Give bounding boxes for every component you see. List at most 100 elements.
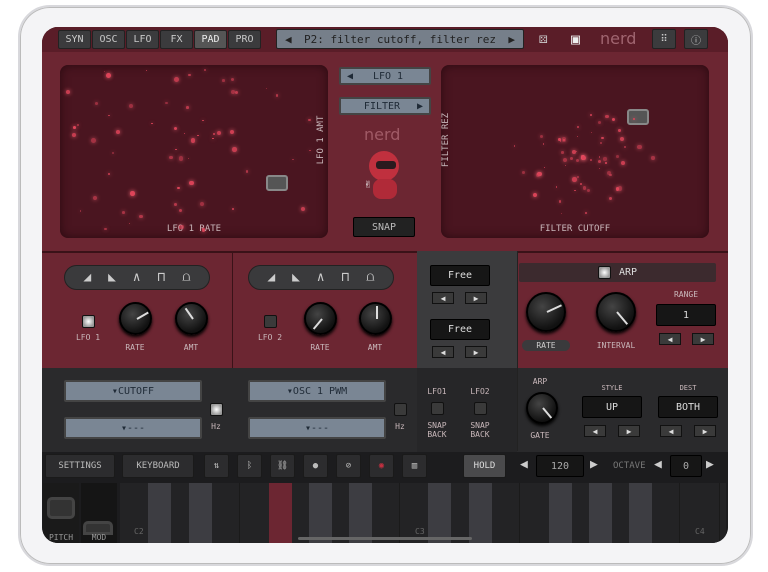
particle: [599, 141, 602, 144]
particle: [108, 115, 110, 117]
midi-icon[interactable]: ⇅: [204, 454, 229, 478]
lfo1-waveform-selector[interactable]: ◢ ◣ ∧ ⊓ ⩍: [64, 265, 210, 290]
tab-pad[interactable]: PAD: [194, 30, 227, 49]
tab-osc[interactable]: OSC: [92, 30, 125, 49]
midi-port-icon[interactable]: ●: [303, 454, 328, 478]
grid-icon[interactable]: ⠿: [652, 29, 676, 49]
tempo-down-icon[interactable]: ◀: [520, 457, 528, 472]
prev-arrow[interactable]: ◀: [584, 425, 606, 437]
tab-lfo[interactable]: LFO: [126, 30, 159, 49]
style-value: UP: [582, 396, 642, 418]
lfo2-rate-knob[interactable]: [304, 302, 337, 335]
arp-toggle[interactable]: [597, 266, 611, 279]
black-key[interactable]: [349, 483, 372, 543]
keyboard-icon[interactable]: ▥: [402, 454, 427, 478]
lfo1-toggle[interactable]: [82, 315, 95, 328]
mod-dest-select[interactable]: FILTER ▶: [339, 97, 431, 115]
link-icon[interactable]: ⛓: [270, 454, 295, 478]
triangle-icon[interactable]: ∧: [317, 270, 325, 285]
octave-down-icon[interactable]: ◀: [654, 457, 662, 472]
lfo1-dest-select[interactable]: ▾ CUTOFF: [64, 380, 202, 402]
square-icon[interactable]: ⊓: [157, 270, 165, 285]
black-key[interactable]: [309, 483, 332, 543]
arp-rate-knob[interactable]: [526, 292, 566, 332]
square-icon[interactable]: ⊓: [341, 270, 349, 285]
knob-label: RATE: [310, 343, 330, 352]
knob-label: AMT: [367, 343, 383, 352]
lfo2-waveform-selector[interactable]: ◢ ◣ ∧ ⊓ ⩍: [248, 265, 394, 290]
prev-preset-icon[interactable]: ◀: [285, 33, 292, 46]
saw-down-icon[interactable]: ◣: [292, 270, 300, 285]
tab-syn[interactable]: SYN: [58, 30, 91, 49]
black-key[interactable]: [189, 483, 212, 543]
pad-y-label: FILTER REZ: [441, 112, 451, 168]
lfo1-rate-knob[interactable]: [119, 302, 152, 335]
black-key[interactable]: [469, 483, 492, 543]
particle: [543, 166, 546, 168]
xy-pad-left[interactable]: LFO 1 RATE LFO 1 AMT: [60, 65, 328, 238]
lfo2-dest-select[interactable]: ▾ OSC 1 PWM: [248, 380, 386, 402]
info-icon[interactable]: ⓘ: [684, 29, 708, 49]
knob-label: AMT: [183, 343, 199, 352]
snap-button[interactable]: SNAP: [353, 217, 415, 237]
tempo-up-icon[interactable]: ▶: [590, 457, 598, 472]
dest-value: BOTH: [658, 396, 718, 418]
triangle-icon[interactable]: ∧: [133, 270, 141, 285]
tab-pro[interactable]: PRO: [228, 30, 261, 49]
preset-selector[interactable]: ◀ P2: filter cutoff, filter rez ▶: [276, 29, 524, 49]
black-key[interactable]: [629, 483, 652, 543]
lfo2-amt-knob[interactable]: [359, 302, 392, 335]
lfo1-hz-toggle[interactable]: [210, 403, 223, 416]
arp-interval-knob[interactable]: [596, 292, 636, 332]
particle: [174, 77, 180, 83]
saw-down-icon[interactable]: ◣: [108, 270, 116, 285]
black-key[interactable]: [428, 483, 451, 543]
octave-up-icon[interactable]: ▶: [706, 457, 714, 472]
divider: [517, 251, 518, 451]
panic-icon[interactable]: ⊘: [336, 454, 361, 478]
black-key[interactable]: [589, 483, 612, 543]
saw-up-icon[interactable]: ◢: [267, 270, 275, 285]
dice-icon[interactable]: ⚄: [539, 31, 547, 47]
saw-up-icon[interactable]: ◢: [83, 270, 91, 285]
tempo-value[interactable]: 120: [536, 455, 584, 477]
next-preset-icon[interactable]: ▶: [508, 33, 515, 46]
lfo1-dest2-select[interactable]: ▾ ---: [64, 417, 202, 439]
pad-cursor[interactable]: [266, 175, 288, 191]
bluetooth-icon[interactable]: ᛒ: [237, 454, 262, 478]
lfo2-toggle[interactable]: [264, 315, 277, 328]
prev-arrow[interactable]: ◀: [659, 333, 681, 345]
lfo2-hz-toggle[interactable]: [394, 403, 407, 416]
random-icon[interactable]: ⩍: [182, 270, 190, 285]
lfo2-dest2-select[interactable]: ▾ ---: [248, 417, 386, 439]
keyboard-button[interactable]: KEYBOARD: [122, 454, 194, 478]
prev-arrow[interactable]: ◀: [432, 292, 454, 304]
arp-header[interactable]: ARP: [519, 263, 716, 282]
black-key[interactable]: [148, 483, 171, 543]
mod-source-select[interactable]: ◀ LFO 1: [339, 67, 431, 85]
settings-button[interactable]: SETTINGS: [45, 454, 115, 478]
random-icon[interactable]: ⩍: [366, 270, 374, 285]
prev-arrow[interactable]: ◀: [660, 425, 682, 437]
save-icon[interactable]: ▣: [571, 30, 580, 48]
arp-gate-knob[interactable]: [526, 392, 558, 424]
next-arrow[interactable]: ▶: [465, 346, 487, 358]
octave-value[interactable]: 0: [670, 455, 702, 477]
black-key[interactable]: [549, 483, 572, 543]
lfo1-snapback-toggle[interactable]: [431, 402, 444, 415]
prev-arrow[interactable]: ◀: [432, 346, 454, 358]
particle: [139, 214, 143, 219]
record-icon[interactable]: ◉: [369, 454, 394, 478]
xy-pad-right[interactable]: FILTER CUTOFF FILTER REZ: [441, 65, 709, 238]
tab-fx[interactable]: FX: [160, 30, 193, 49]
next-arrow[interactable]: ▶: [692, 333, 714, 345]
lfo1-amt-knob[interactable]: [175, 302, 208, 335]
next-arrow[interactable]: ▶: [618, 425, 640, 437]
arp-rate-label[interactable]: RATE: [522, 340, 570, 351]
next-arrow[interactable]: ▶: [465, 292, 487, 304]
hold-button[interactable]: HOLD: [463, 454, 506, 478]
lfo2-snapback-toggle[interactable]: [474, 402, 487, 415]
pad-cursor[interactable]: [627, 109, 649, 125]
next-arrow[interactable]: ▶: [694, 425, 716, 437]
black-key[interactable]: [269, 483, 292, 543]
